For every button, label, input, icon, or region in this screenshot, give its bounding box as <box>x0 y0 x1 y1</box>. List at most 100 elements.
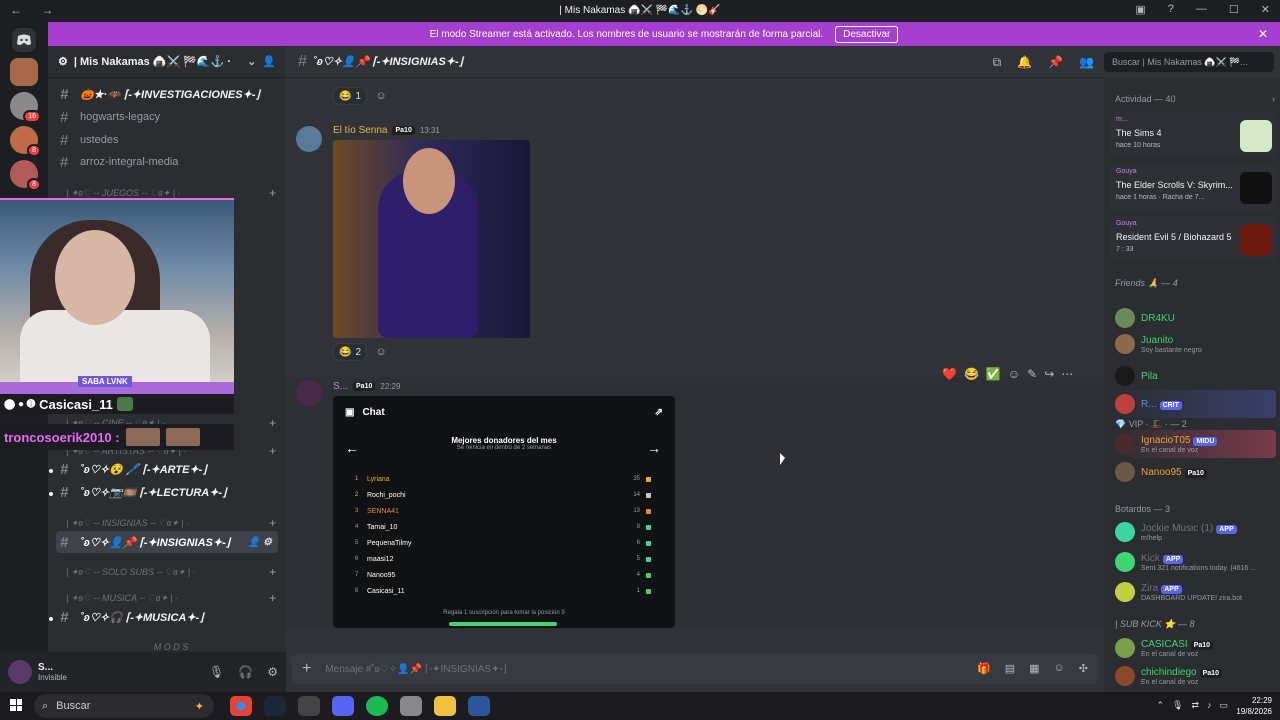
member-row[interactable]: Juanito Soy bastante negro <box>1110 330 1276 358</box>
help-icon[interactable]: ? <box>1168 3 1174 16</box>
member-row[interactable]: Kick APP Sent 321 notifications today. (46… <box>1110 548 1276 576</box>
avatar[interactable] <box>296 126 322 152</box>
apps-icon[interactable]: ✣ <box>1079 662 1088 675</box>
add-channel-icon[interactable]: + <box>269 416 276 430</box>
message-composer[interactable]: + Mensaje #˚ʚ♡✧👤📌 ⌈-✦INSIGNIAS✦-⌋ 🎁 ▤ ▦ … <box>292 654 1098 684</box>
clock[interactable]: 22:29 19/8/2026 <box>1236 695 1272 717</box>
discord-home-icon[interactable] <box>12 28 36 52</box>
inbox-icon[interactable]: ▣ <box>1135 3 1145 16</box>
add-reaction-icon[interactable]: ☺ <box>372 87 390 105</box>
close-button[interactable]: ✕ <box>1261 3 1270 16</box>
forward-icon[interactable]: ↪ <box>1044 367 1054 381</box>
minimize-button[interactable]: — <box>1196 3 1207 16</box>
message-author[interactable]: El tío Senna <box>333 125 387 136</box>
bell-icon[interactable]: 🔔 <box>1017 55 1032 70</box>
sticker-icon[interactable]: ▦ <box>1029 662 1039 675</box>
channel-hogwarts-legacy[interactable]: # hogwarts-legacy <box>56 106 278 128</box>
taskbar-search[interactable]: ⌕ Buscar ✦ <box>34 694 214 718</box>
avatar[interactable] <box>296 380 322 406</box>
volume-icon[interactable]: ♪ <box>1207 700 1212 711</box>
add-attachment-icon[interactable]: + <box>302 660 311 678</box>
channel-arte[interactable]: # ˚ʚ♡✧😵 🖊️ ⌈-✦ARTE✦-⌋ <box>56 458 278 480</box>
emoji-icon[interactable]: ☺ <box>1054 662 1065 675</box>
add-channel-icon[interactable]: + <box>269 565 276 579</box>
windows-start-icon[interactable] <box>10 699 22 711</box>
word-icon[interactable] <box>468 696 490 716</box>
add-channel-icon[interactable]: + <box>269 444 276 458</box>
channel-ustedes[interactable]: # ustedes <box>56 129 278 151</box>
check-reaction-icon[interactable]: ✅ <box>986 367 1001 381</box>
more-icon[interactable]: ⋯ <box>1061 367 1073 381</box>
channel-settings-icon[interactable]: 👤 ⚙ <box>248 537 272 548</box>
chrome-icon[interactable] <box>230 696 252 716</box>
activity-card[interactable]: Gouya The Elder Scrolls V: Skyrim... hace … <box>1110 164 1276 210</box>
server-icon[interactable]: 8 <box>10 160 41 191</box>
member-row[interactable]: IgnacioT05 MIDU En el canal de voz <box>1110 430 1276 458</box>
channel-arroz-integral-media[interactable]: # arroz-integral-media <box>56 151 278 173</box>
file-explorer-icon[interactable] <box>434 696 456 716</box>
gif-icon[interactable]: ▤ <box>1005 662 1015 675</box>
deactivate-button[interactable]: Desactivar <box>835 25 899 43</box>
member-row[interactable]: Pila <box>1110 362 1276 390</box>
pin-icon[interactable]: 📌 <box>1048 55 1063 70</box>
server-icon[interactable]: 8 <box>10 126 41 157</box>
add-member-icon[interactable]: 👤 <box>262 55 276 68</box>
reaction-button[interactable]: 😂 1 <box>333 87 368 105</box>
banner-close-icon[interactable]: ✕ <box>1258 27 1268 41</box>
category-mods[interactable]: M O D S <box>66 638 276 652</box>
steam-icon[interactable] <box>264 696 286 716</box>
spotify-icon[interactable] <box>366 696 388 716</box>
headphones-icon[interactable]: 🎧 <box>238 665 253 679</box>
server-header[interactable]: ⚙ | Mis Nakamas 🍙⚔️ 🏁🌊⚓ · ⌄ 👤 <box>48 46 286 78</box>
laugh-reaction-icon[interactable]: 😂 <box>964 367 979 381</box>
message-author[interactable]: S... <box>333 381 348 392</box>
microphone-icon[interactable]: 🎙 <box>209 665 224 679</box>
gear-icon[interactable]: ⚙ <box>267 665 278 679</box>
network-icon[interactable]: ⇄ <box>1191 700 1199 711</box>
add-reaction-icon[interactable]: ☺ <box>1008 367 1020 381</box>
channel-insignias[interactable]: # ˚ʚ♡✧👤📌 ⌈-✦INSIGNIAS✦-⌋ 👤 ⚙ <box>56 531 278 553</box>
battery-icon[interactable]: ▭ <box>1219 700 1228 711</box>
member-row[interactable]: R... CRIT <box>1110 390 1276 418</box>
obs-icon[interactable] <box>298 696 320 716</box>
chevron-right-icon[interactable]: › <box>1272 94 1275 104</box>
member-row[interactable]: Jockie Music (1) APP m!help <box>1110 518 1276 546</box>
member-row[interactable]: CASICASI Pa10 En el canal de voz <box>1110 634 1276 662</box>
gif-image[interactable] <box>333 140 530 338</box>
category-solo-subs[interactable]: | ✦ʚ♡ -- SOLO SUBS -- ♡ɞ✦ | · + <box>66 563 276 581</box>
screenshot-image[interactable]: ▣ Chat ⇗ ← → Mejores donadores del mes Se … <box>333 396 675 628</box>
discord-icon[interactable] <box>332 696 354 716</box>
chevron-down-icon[interactable]: ⌄ <box>247 55 256 68</box>
channel-lectura[interactable]: # ˚ʚ♡✧📷🎞️ ⌈-✦LECTURA✦-⌋ <box>56 481 278 503</box>
activity-card[interactable]: m... The Sims 4 hace 10 horas <box>1110 112 1276 158</box>
category-musica[interactable]: | ✦ʚ♡ -- MUSICA -- ♡ɞ✦ | · + <box>66 589 276 607</box>
emote-image <box>165 428 200 446</box>
app-icon[interactable] <box>400 696 422 716</box>
member-row[interactable]: DR4KU <box>1110 304 1276 332</box>
server-icon[interactable] <box>10 58 38 86</box>
channel-investigaciones[interactable]: # 🎃★·🦇 ⌈-✦INVESTIGACIONES✦-⌋ <box>56 83 278 105</box>
search-input[interactable]: Buscar | Mis Nakamas 🍙⚔️ 🏁... <box>1104 52 1274 72</box>
gift-icon[interactable]: 🎁 <box>977 662 991 675</box>
add-channel-icon[interactable]: + <box>269 186 276 200</box>
avatar[interactable] <box>8 660 32 684</box>
reaction-button[interactable]: 😂 2 <box>333 343 368 361</box>
edit-icon[interactable]: ✎ <box>1027 367 1037 381</box>
mic-icon[interactable]: 🎙 <box>1172 700 1183 711</box>
add-reaction-icon[interactable]: ☺ <box>372 343 390 361</box>
maximize-button[interactable]: ☐ <box>1229 3 1239 16</box>
heart-reaction-icon[interactable]: ❤️ <box>942 367 957 381</box>
activity-card[interactable]: Gouya Resident Evil 5 / Biohazard 5 7 : 33 <box>1110 216 1276 262</box>
category-insignias[interactable]: | ✦ʚ♡ -- INSIGNIAS -- ♡ɞ✦ | · + <box>66 514 276 532</box>
stream-alert: ⬤ ● ➊ Casicasi_11 <box>0 394 234 414</box>
member-list-icon[interactable]: 👥 <box>1079 55 1094 70</box>
member-row[interactable]: Nanoo95 Pa10 <box>1110 458 1276 486</box>
member-row[interactable]: chichindiego Pa10 En el canal de voz <box>1110 662 1276 690</box>
threads-icon[interactable]: ⧉ <box>993 55 1002 70</box>
member-row[interactable]: Zira APP DASHBOARD UPDATE! zira.bot <box>1110 578 1276 606</box>
channel-musica[interactable]: # ˚ʚ♡✧🎧 ⌈-✦MUSICA✦-⌋ <box>56 606 278 628</box>
server-icon[interactable]: 16 <box>10 92 41 123</box>
add-channel-icon[interactable]: + <box>269 516 276 530</box>
add-channel-icon[interactable]: + <box>269 591 276 605</box>
chevron-up-icon[interactable]: ⌃ <box>1156 700 1164 711</box>
